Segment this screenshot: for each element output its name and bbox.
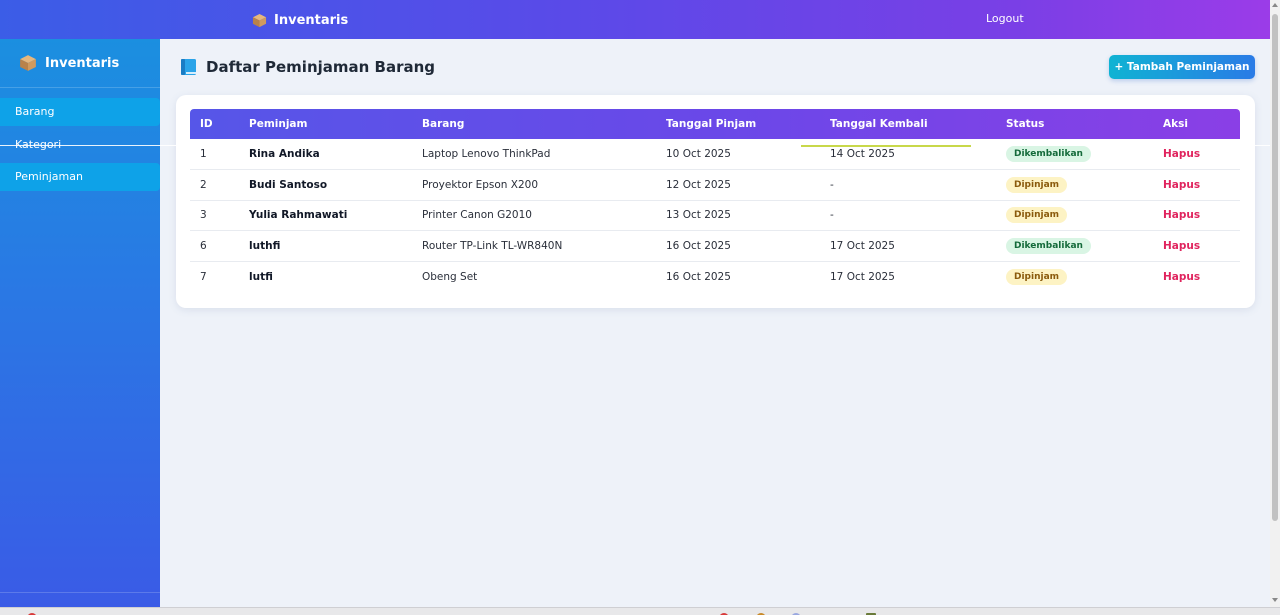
sidebar-brand-label: Inventaris — [45, 55, 120, 71]
column-header-borrower: Peminjam — [249, 118, 308, 130]
cell-item: Obeng Set — [422, 270, 478, 283]
column-header-borrow-date: Tanggal Pinjam — [666, 118, 757, 130]
table-row: 6 luthfi Router TP-Link TL-WR840N 16 Oct… — [190, 230, 1240, 262]
page-scrollbar[interactable] — [1270, 0, 1280, 607]
cell-borrower: Yulia Rahmawati — [249, 200, 422, 232]
column-header-status: Status — [1006, 118, 1045, 130]
column-header-item: Barang — [422, 118, 465, 130]
cell-action: Hapus — [1163, 169, 1240, 201]
cell-action: Hapus — [1163, 200, 1240, 232]
sidebar: Inventaris Barang Kategori Peminjaman — [0, 39, 160, 607]
cell-borrow-date: 16 Oct 2025 — [666, 230, 830, 262]
cell-item: Proyektor Epson X200 — [422, 169, 666, 201]
table-row: 7 lutfi Obeng Set 16 Oct 2025 17 Oct 202… — [190, 261, 1240, 292]
sidebar-brand[interactable]: Inventaris — [19, 53, 119, 73]
os-taskbar — [0, 607, 1280, 615]
cell-status: Dikembalikan — [1006, 139, 1163, 171]
navbar-brand[interactable]: Inventaris — [252, 10, 348, 30]
delete-link[interactable]: Hapus — [1163, 240, 1200, 252]
cell-borrow-date: 13 Oct 2025 — [666, 200, 830, 232]
cell-status: Dikembalikan — [1006, 230, 1163, 262]
cell-borrow-date: 12 Oct 2025 — [666, 169, 830, 201]
cell-id: 3 — [190, 200, 249, 232]
column-header-action: Aksi — [1163, 118, 1188, 130]
book-icon — [180, 58, 197, 76]
top-navbar: Inventaris Logout — [0, 0, 1270, 39]
package-box-icon — [252, 13, 267, 28]
cell-borrow-date: 16 Oct 2025 — [666, 270, 731, 283]
cell-id: 2 — [190, 169, 249, 201]
table-row: 1 Rina Andika Laptop Lenovo ThinkPad 10 … — [190, 139, 1240, 171]
cell-return-date: 14 Oct 2025 — [830, 139, 1006, 171]
cell-action: Hapus — [1163, 261, 1240, 292]
cell-id: 1 — [190, 139, 249, 171]
delete-link[interactable]: Hapus — [1163, 271, 1200, 283]
delete-link[interactable]: Hapus — [1163, 179, 1200, 191]
cell-status: Dipinjam — [1006, 200, 1163, 232]
cell-status: Dipinjam — [1006, 169, 1163, 201]
cell-item: Printer Canon G2010 — [422, 200, 666, 232]
scroll-up-arrow-icon[interactable] — [1272, 3, 1278, 7]
cell-borrow-date: 10 Oct 2025 — [666, 139, 830, 171]
cell-return-date: 17 Oct 2025 — [830, 270, 895, 283]
package-box-icon — [19, 54, 37, 72]
scroll-down-arrow-icon[interactable] — [1272, 598, 1278, 602]
status-badge: Dipinjam — [1006, 207, 1068, 224]
cell-id: 6 — [190, 230, 249, 262]
cell-return-date: - — [830, 200, 1006, 232]
add-loan-button[interactable]: + Tambah Peminjaman — [1109, 55, 1255, 79]
sidebar-item-peminjaman[interactable]: Peminjaman — [0, 163, 160, 191]
table-row: 3 Yulia Rahmawati Printer Canon G2010 13… — [190, 200, 1240, 232]
delete-link[interactable]: Hapus — [1163, 209, 1200, 221]
cell-action: Hapus — [1163, 230, 1240, 262]
cell-borrower: luthfi — [249, 230, 422, 262]
navbar-brand-label: Inventaris — [274, 12, 349, 28]
page-title: Daftar Peminjaman Barang — [180, 57, 435, 77]
cell-borrower: lutfi — [249, 270, 273, 283]
status-badge: Dipinjam — [1006, 268, 1068, 285]
loan-table-card: ID Peminjam Barang Tanggal Pinjam Tangga… — [176, 95, 1255, 308]
delete-link[interactable]: Hapus — [1163, 148, 1200, 160]
column-header-return-date: Tanggal Kembali — [830, 118, 928, 130]
cell-borrower: Rina Andika — [249, 139, 422, 171]
loan-table: ID Peminjam Barang Tanggal Pinjam Tangga… — [190, 109, 1240, 292]
sidebar-divider — [0, 87, 160, 88]
cell-borrower: Budi Santoso — [249, 169, 422, 201]
status-badge: Dikembalikan — [1006, 238, 1091, 255]
table-row: 2 Budi Santoso Proyektor Epson X200 12 O… — [190, 169, 1240, 201]
highlight-underline — [801, 145, 971, 147]
logout-link[interactable]: Logout — [986, 12, 1024, 25]
status-badge: Dikembalikan — [1006, 146, 1091, 163]
overlay-rule-line — [0, 145, 1280, 146]
cell-return-date: 17 Oct 2025 — [830, 230, 1006, 262]
status-badge: Dipinjam — [1006, 176, 1068, 193]
table-header-row: ID Peminjam Barang Tanggal Pinjam Tangga… — [190, 109, 1240, 139]
cell-return-date: - — [830, 169, 1006, 201]
cell-item: Router TP-Link TL-WR840N — [422, 230, 666, 262]
page-title-text: Daftar Peminjaman Barang — [206, 58, 436, 76]
sidebar-divider — [0, 592, 160, 593]
scrollbar-thumb[interactable] — [1272, 14, 1278, 521]
sidebar-item-barang[interactable]: Barang — [0, 98, 160, 126]
column-header-id: ID — [200, 118, 213, 130]
cell-action: Hapus — [1163, 139, 1240, 171]
cell-id: 7 — [200, 270, 207, 283]
cell-item: Laptop Lenovo ThinkPad — [422, 139, 666, 171]
cell-status: Dipinjam — [1006, 261, 1163, 292]
